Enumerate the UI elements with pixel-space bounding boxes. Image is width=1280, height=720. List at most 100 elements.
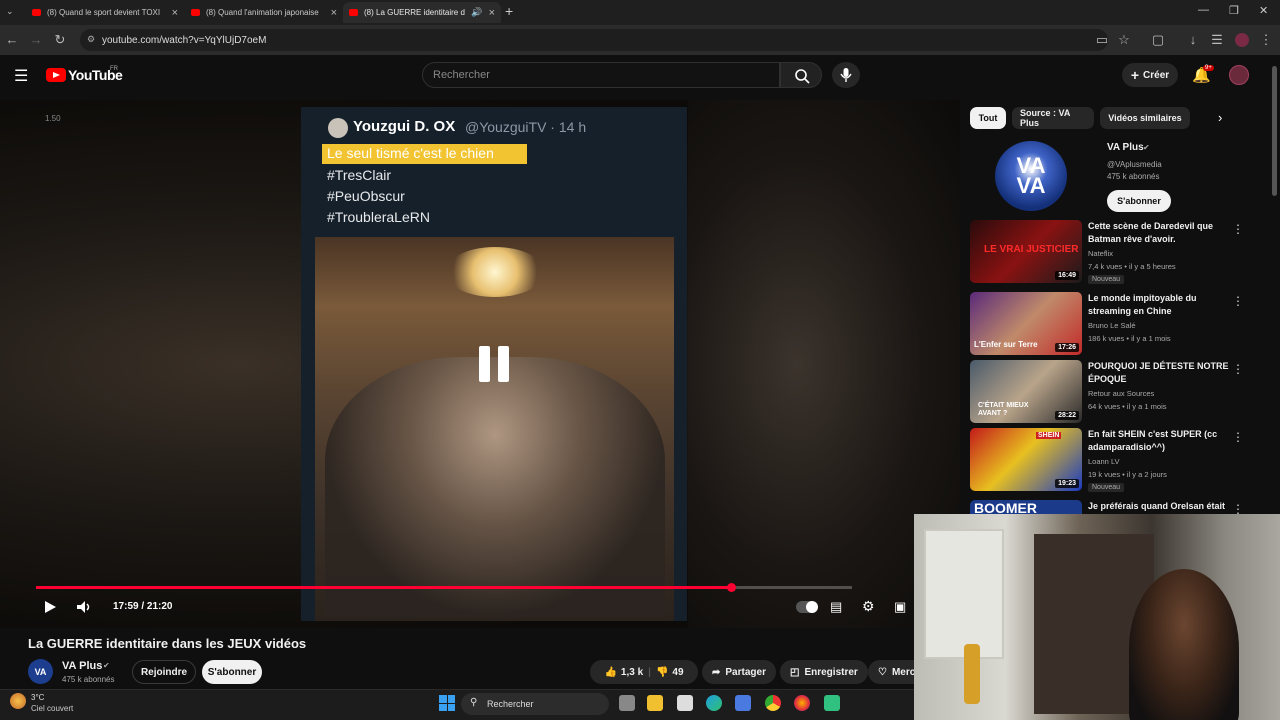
firefox-icon[interactable] [794,695,810,711]
tweet-author-name: Youzgui D. OX [353,118,456,135]
chrome-icon[interactable] [765,695,781,711]
weather-temperature[interactable]: 3°C [31,693,44,702]
url-text: youtube.com/watch?v=YqYlUjD7oeM [102,34,267,46]
browser-tab-bar: ⌄ (8) Quand le sport devient TOXI × (8) … [0,0,1280,25]
downloads-icon[interactable]: ↓ [1185,32,1201,48]
progress-scrubber-handle[interactable] [727,583,736,592]
chips-next-chevron-icon[interactable]: › [1218,110,1222,125]
video-thumbnail[interactable]: BOOMER [970,500,1082,514]
sidebar-scrollbar[interactable] [1272,66,1277,196]
taskbar-search[interactable]: ⚲ Rechercher [461,693,609,715]
pause-overlay-icon[interactable] [477,346,511,382]
site-info-icon[interactable]: ⚙ [87,34,95,45]
thanks-button[interactable]: ♡ Merci [868,660,914,684]
video-thumbnail[interactable]: SHEIN 19:23 [970,428,1082,491]
more-options-icon[interactable]: ⋮ [1232,294,1244,308]
search-input[interactable]: Rechercher [422,62,780,88]
subscribe-button[interactable]: S'abonner [202,660,262,684]
account-avatar[interactable] [1229,65,1249,85]
tweet-avatar [328,118,348,138]
url-field[interactable]: ⚙ youtube.com/watch?v=YqYlUjD7oeM [80,29,1108,51]
channel-name[interactable]: VA Plus [62,660,102,672]
recommended-video[interactable]: BOOMER Je préférais quand Orelsan était … [970,500,1260,514]
restore-button[interactable]: ❐ [1229,4,1239,17]
autoplay-toggle[interactable] [796,601,818,613]
video-thumbnail[interactable]: LE VRAI JUSTICIER 16:49 [970,220,1082,283]
tab-label: (8) Quand le sport devient TOXI [47,8,161,17]
close-tab-icon[interactable]: × [172,7,178,19]
volume-button[interactable] [76,600,94,619]
voice-search-button[interactable] [832,62,860,88]
like-button[interactable]: 👍 1,3 k [604,667,643,678]
browser-menu-icon[interactable]: ⋮ [1258,32,1274,48]
save-button[interactable]: ◰ Enregistrer [780,660,868,684]
windows-start-icon[interactable] [439,695,455,711]
sidebar-channel-name[interactable]: VA Plus [1107,142,1144,153]
recommended-video[interactable]: C'ÉTAIT MIEUX AVANT ? 28:22 POURQUOI JE … [970,360,1260,426]
close-tab-icon[interactable]: × [331,7,337,19]
tweet-hashtag: #PeuObscur [327,188,405,204]
like-count: 1,3 k [620,666,644,678]
subtitles-icon[interactable]: ▤ [830,599,842,615]
settings-gear-icon[interactable]: ⚙ [862,598,875,615]
miniplayer-icon[interactable]: ▣ [894,599,906,615]
bookmark-star-icon[interactable]: ☆ [1116,32,1132,48]
verified-check-icon: ✔ [103,661,110,670]
more-options-icon[interactable]: ⋮ [1232,362,1244,376]
edge-browser-icon[interactable] [706,695,722,711]
chip-source[interactable]: Source : VA Plus [1012,107,1094,129]
search-button[interactable] [780,62,822,88]
more-options-icon[interactable]: ⋮ [1232,502,1244,514]
tweet-highlight-text: Le seul tismé c'est le chien [327,145,494,161]
task-view-icon[interactable] [619,695,635,711]
store-icon[interactable] [735,695,751,711]
join-button[interactable]: Rejoindre [132,660,196,684]
browser-tab-2[interactable]: (8) Quand l'animation japonaise × [185,2,343,23]
weather-description[interactable]: Ciel couvert [31,704,73,713]
recommended-video[interactable]: LE VRAI JUSTICIER 16:49 Cette scène de D… [970,220,1260,286]
browser-tab-3-active[interactable]: (8) La GUERRE identitaire d 🔊 × [343,2,501,23]
tab-search-icon[interactable]: ⌄ [6,6,14,17]
sidebar-subscribe-button[interactable]: S'abonner [1107,190,1171,212]
reload-button[interactable]: ↻ [52,32,68,48]
forward-button[interactable]: → [28,32,44,48]
video-thumbnail[interactable]: L'Enfer sur Terre 17:26 [970,292,1082,355]
recommended-video[interactable]: SHEIN 19:23 En fait SHEIN c'est SUPER (c… [970,428,1260,494]
divider: | [648,666,651,678]
reading-list-icon[interactable]: ☰ [1209,32,1225,48]
weather-icon[interactable] [10,693,26,709]
audio-playing-icon[interactable]: 🔊 [471,7,482,18]
document-icon[interactable] [677,695,693,711]
recommended-title: POURQUOI JE DÉTESTE NOTRE ÉPOQUE [1088,361,1229,384]
tweet-hashtag: #TresClair [327,167,392,183]
browser-tab-1[interactable]: (8) Quand le sport devient TOXI × [26,2,184,23]
channel-avatar[interactable]: VA [28,659,53,684]
play-button[interactable] [43,600,57,619]
extensions-icon[interactable]: ▢ [1150,32,1166,48]
minimize-button[interactable]: — [1198,4,1209,16]
thumbs-up-icon: 👍 [604,666,617,678]
chip-similar[interactable]: Vidéos similaires [1100,107,1190,129]
tweet-hashtag: #TroubleraLeRN [327,209,430,225]
share-button[interactable]: ➦ Partager [702,660,776,684]
close-window-button[interactable]: ✕ [1259,4,1268,17]
recommended-channel: Bruno Le Salé [1088,321,1136,330]
app-icon[interactable] [824,695,840,711]
chip-all[interactable]: Tout [970,107,1006,129]
more-options-icon[interactable]: ⋮ [1232,430,1244,444]
va-plus-logo[interactable]: VA VA [995,141,1067,211]
install-app-icon[interactable]: ▭ [1094,32,1110,48]
recommended-video[interactable]: L'Enfer sur Terre 17:26 Le monde impitoy… [970,292,1260,358]
create-button[interactable]: + Créer [1122,63,1178,87]
more-options-icon[interactable]: ⋮ [1232,222,1244,236]
notification-count-badge: 9+ [1203,65,1214,71]
hamburger-menu-icon[interactable]: ☰ [14,66,28,86]
search-icon [795,69,810,84]
dislike-button[interactable]: 👎 49 [656,667,684,678]
back-button[interactable]: ← [4,32,20,48]
new-tab-button[interactable]: + [505,3,513,19]
video-thumbnail[interactable]: C'ÉTAIT MIEUX AVANT ? 28:22 [970,360,1082,423]
file-explorer-icon[interactable] [647,695,663,711]
profile-avatar[interactable] [1235,33,1249,47]
close-tab-icon[interactable]: × [489,7,495,19]
